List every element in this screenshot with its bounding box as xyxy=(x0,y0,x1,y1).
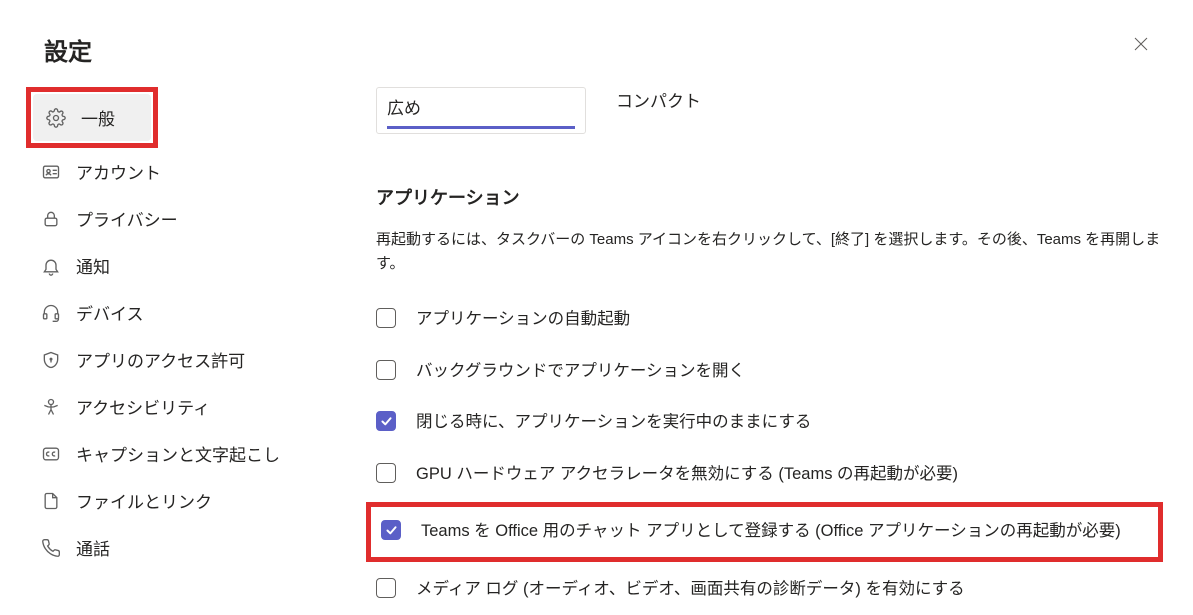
settings-sidebar: 一般アカウントプライバシー通知デバイスアプリのアクセス許可アクセシビリティキャプ… xyxy=(28,87,328,615)
sidebar-item-label: ファイルとリンク xyxy=(76,488,212,513)
section-title-application: アプリケーション xyxy=(376,184,1163,210)
sidebar-item-label: アクセシビリティ xyxy=(76,394,210,419)
checkbox-row[interactable]: アプリケーションの自動起動 xyxy=(376,294,1163,346)
checkbox-label: バックグラウンドでアプリケーションを開く xyxy=(416,359,745,385)
lock-icon xyxy=(40,208,62,230)
bell-icon xyxy=(40,255,62,277)
checkbox-row[interactable]: メディア ログ (オーディオ、ビデオ、画面共有の診断データ) を有効にする xyxy=(376,564,1163,615)
phone-icon xyxy=(40,537,62,559)
annotation-highlight-sidebar: 一般 xyxy=(26,87,158,148)
file-icon xyxy=(40,490,62,512)
checkbox-label: メディア ログ (オーディオ、ビデオ、画面共有の診断データ) を有効にする xyxy=(416,577,965,603)
sidebar-item-label: デバイス xyxy=(76,300,144,325)
checkbox[interactable] xyxy=(376,308,396,328)
shield-icon xyxy=(40,349,62,371)
checkbox-row[interactable]: 閉じる時に、アプリケーションを実行中のままにする xyxy=(376,397,1163,449)
sidebar-item-label: 一般 xyxy=(81,105,115,130)
sidebar-item-label: プライバシー xyxy=(76,206,178,231)
application-checklist: アプリケーションの自動起動バックグラウンドでアプリケーションを開く閉じる時に、ア… xyxy=(376,294,1163,615)
tab-compact[interactable]: コンパクト xyxy=(616,87,701,120)
checkbox-label: GPU ハードウェア アクセラレータを無効にする (Teams の再起動が必要) xyxy=(416,462,958,488)
tab-comfortable[interactable]: 広め xyxy=(387,94,575,127)
sidebar-item-files[interactable]: ファイルとリンク xyxy=(28,477,328,524)
sidebar-item-label: アプリのアクセス許可 xyxy=(76,347,245,372)
sidebar-item-accessibility[interactable]: アクセシビリティ xyxy=(28,383,328,430)
sidebar-item-captions[interactable]: キャプションと文字起こし xyxy=(28,430,328,477)
sidebar-item-label: キャプションと文字起こし xyxy=(76,441,280,466)
cc-icon xyxy=(40,443,62,465)
checkbox-label: Teams を Office 用のチャット アプリとして登録する (Office… xyxy=(421,519,1121,545)
sidebar-item-label: 通話 xyxy=(76,535,110,560)
sidebar-item-general[interactable]: 一般 xyxy=(33,94,151,141)
checkbox-row[interactable]: Teams を Office 用のチャット アプリとして登録する (Office… xyxy=(381,513,1148,551)
gear-icon xyxy=(45,107,67,129)
sidebar-item-apppermissions[interactable]: アプリのアクセス許可 xyxy=(28,336,328,383)
sidebar-item-notifications[interactable]: 通知 xyxy=(28,242,328,289)
sidebar-item-account[interactable]: アカウント xyxy=(28,148,328,195)
sidebar-item-label: アカウント xyxy=(76,159,161,184)
section-desc-application: 再起動するには、タスクバーの Teams アイコンを右クリックして、[終了] を… xyxy=(376,228,1163,276)
person-icon xyxy=(40,396,62,418)
checkbox[interactable] xyxy=(376,360,396,380)
checkbox-label: 閉じる時に、アプリケーションを実行中のままにする xyxy=(416,410,811,436)
checkbox-row[interactable]: GPU ハードウェア アクセラレータを無効にする (Teams の再起動が必要) xyxy=(376,449,1163,501)
sidebar-item-privacy[interactable]: プライバシー xyxy=(28,195,328,242)
checkbox[interactable] xyxy=(376,463,396,483)
settings-content: 広め コンパクト アプリケーション 再起動するには、タスクバーの Teams ア… xyxy=(328,87,1193,615)
checkbox-label: アプリケーションの自動起動 xyxy=(416,307,630,333)
annotation-highlight-checkbox: Teams を Office 用のチャット アプリとして登録する (Office… xyxy=(366,502,1163,562)
checkbox[interactable] xyxy=(376,411,396,431)
checkbox-row[interactable]: バックグラウンドでアプリケーションを開く xyxy=(376,346,1163,398)
page-title: 設定 xyxy=(44,32,92,67)
checkbox[interactable] xyxy=(381,520,401,540)
density-tabs: 広め コンパクト xyxy=(376,87,1163,134)
sidebar-item-calls[interactable]: 通話 xyxy=(28,524,328,571)
close-icon xyxy=(1133,36,1149,52)
close-button[interactable] xyxy=(1129,32,1153,61)
sidebar-item-devices[interactable]: デバイス xyxy=(28,289,328,336)
headset-icon xyxy=(40,302,62,324)
sidebar-item-label: 通知 xyxy=(76,253,110,278)
id-card-icon xyxy=(40,161,62,183)
